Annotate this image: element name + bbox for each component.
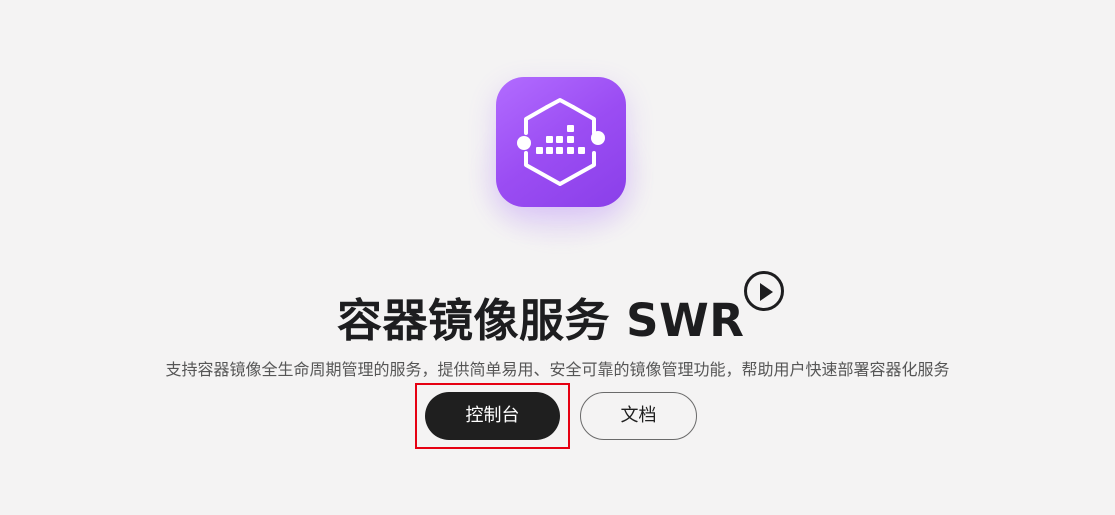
play-video-button[interactable] [744, 271, 784, 311]
page-title: 容器镜像服务 SWR [337, 294, 745, 348]
console-button[interactable]: 控制台 [425, 392, 560, 440]
product-logo-area [472, 77, 650, 251]
title-row: 容器镜像服务 SWR [0, 260, 1115, 347]
product-description: 支持容器镜像全生命周期管理的服务，提供简单易用、安全可靠的镜像管理功能，帮助用户… [165, 360, 950, 379]
container-registry-icon [496, 77, 626, 207]
play-icon [760, 283, 773, 301]
docs-button[interactable]: 文档 [580, 392, 697, 440]
product-hero: 容器镜像服务 SWR 支持容器镜像全生命周期管理的服务，提供简单易用、安全可靠的… [0, 0, 1115, 515]
